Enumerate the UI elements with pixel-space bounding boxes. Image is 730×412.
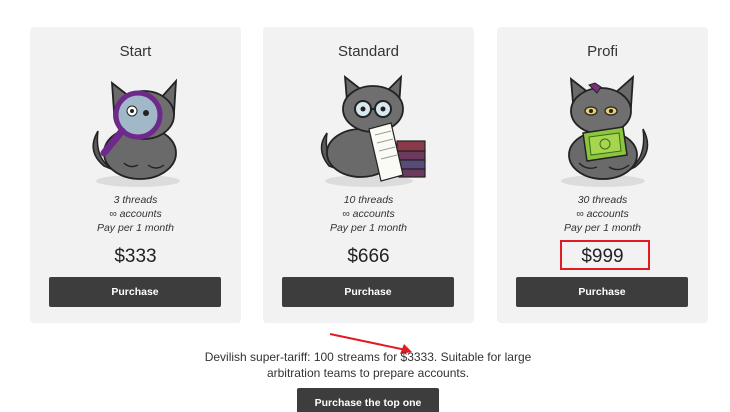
plan-card-standard: Standard 10 threads ∞ accounts Pay per 1… (263, 27, 474, 323)
plan-card-profi: Profi 30 threads ∞ accounts Pay per 1 mo… (497, 27, 708, 323)
plan-features: 10 threads ∞ accounts Pay per 1 month (263, 193, 474, 235)
purchase-profi-button[interactable]: Purchase (516, 277, 688, 307)
feature-accounts: ∞ accounts (342, 208, 395, 220)
plan-features: 30 threads ∞ accounts Pay per 1 month (497, 193, 708, 235)
feature-threads: 3 threads (113, 194, 158, 206)
feature-accounts: ∞ accounts (109, 208, 162, 220)
feature-threads: 10 threads (343, 194, 394, 206)
cat-with-money-icon (560, 74, 648, 187)
cat-with-magnifier-icon (91, 78, 180, 187)
plan-price: $666 (347, 246, 390, 267)
feature-billing: Pay per 1 month (563, 222, 642, 234)
purchase-top-button[interactable]: Purchase the top one (297, 388, 439, 412)
feature-billing: Pay per 1 month (329, 222, 408, 234)
tagline-line-1: Devilish super-tariff: 100 streams for $… (204, 350, 532, 364)
feature-accounts: ∞ accounts (576, 208, 629, 220)
purchase-standard-button[interactable]: Purchase (282, 277, 454, 307)
tagline-line-2: arbitration teams to prepare accounts. (266, 366, 470, 380)
plan-features: 3 threads ∞ accounts Pay per 1 month (30, 193, 241, 235)
feature-threads: 30 threads (577, 194, 628, 206)
plan-price: $999 (581, 246, 624, 267)
plan-card-start: Start 3 threads ∞ accounts Pay per 1 mon… (30, 27, 241, 323)
super-tariff-description: Devilish super-tariff: 100 streams for $… (190, 349, 546, 381)
plan-price: $333 (114, 246, 157, 267)
plan-title: Profi (587, 43, 618, 60)
pricing-page: Start 3 threads ∞ accounts Pay per 1 mon… (0, 0, 730, 412)
cat-with-glasses-and-books-icon (320, 74, 426, 187)
plan-title: Start (119, 43, 152, 60)
feature-billing: Pay per 1 month (96, 222, 175, 234)
purchase-start-button[interactable]: Purchase (49, 277, 221, 307)
plan-title: Standard (338, 43, 399, 60)
